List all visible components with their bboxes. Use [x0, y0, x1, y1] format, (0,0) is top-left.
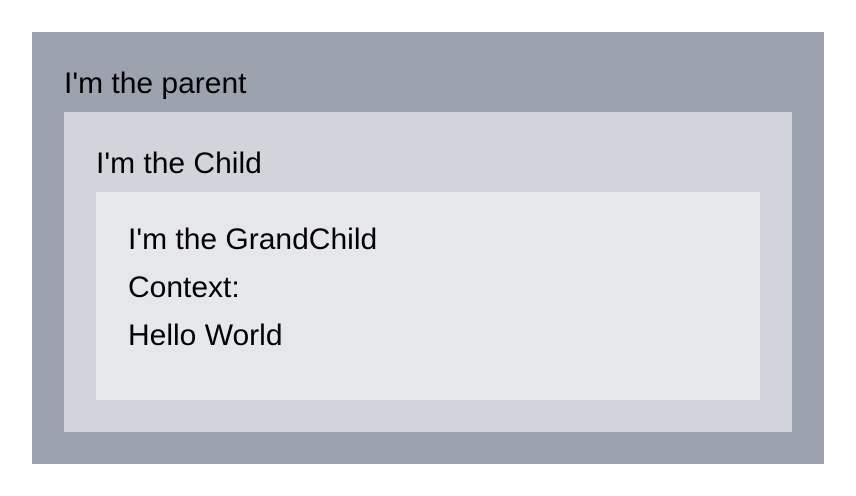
context-label: Context:: [128, 271, 240, 304]
parent-label: I'm the parent: [64, 67, 247, 100]
child-label: I'm the Child: [96, 147, 262, 180]
parent-container: I'm the parent I'm the Child I'm the Gra…: [32, 32, 824, 464]
context-value: Hello World: [128, 319, 283, 352]
child-container: I'm the Child I'm the GrandChild Context…: [64, 112, 792, 432]
grandchild-label: I'm the GrandChild: [128, 223, 378, 256]
grandchild-container: I'm the GrandChild Context: Hello World: [96, 192, 760, 400]
